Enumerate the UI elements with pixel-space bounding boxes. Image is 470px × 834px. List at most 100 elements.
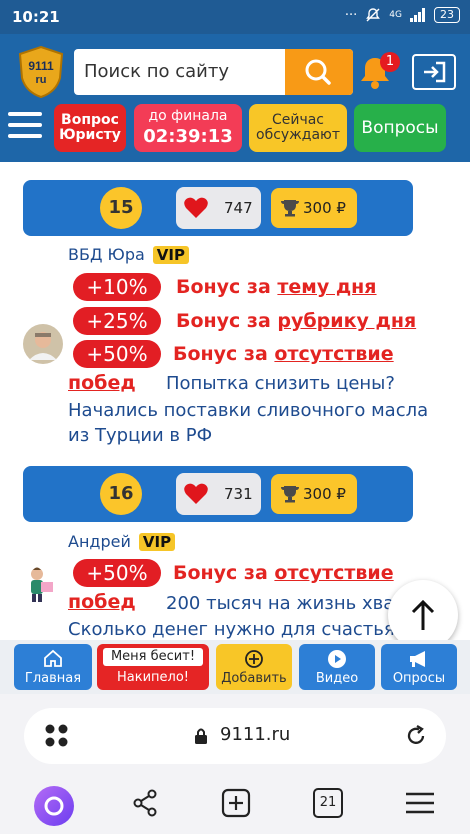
plus-circle-icon bbox=[245, 650, 263, 668]
like-count: 747 bbox=[224, 199, 253, 217]
post-title[interactable]: Сколько денег нужно для счастья bbox=[68, 617, 395, 640]
bonus-link-cont[interactable]: побед bbox=[68, 372, 136, 394]
bonus-link[interactable]: отсутствие bbox=[274, 343, 393, 365]
nav-annoyed-tag: Меня бесит! bbox=[103, 648, 203, 666]
author-avatar[interactable] bbox=[23, 324, 63, 364]
search-button[interactable] bbox=[285, 49, 353, 95]
signal-icon bbox=[410, 8, 425, 22]
rank-badge: 15 bbox=[100, 187, 142, 229]
like-button[interactable]: 747 bbox=[176, 187, 261, 229]
timer-button[interactable]: до финала 02:39:13 bbox=[134, 104, 242, 152]
discussing-label: Сейчас обсуждают bbox=[256, 111, 340, 143]
post-author[interactable]: Андрей VIP bbox=[68, 532, 176, 551]
heart-icon bbox=[184, 483, 208, 504]
network-label: 4G bbox=[389, 10, 402, 20]
megaphone-icon bbox=[410, 651, 425, 667]
bonus-pct: +50% bbox=[73, 559, 161, 587]
svg-text:9111: 9111 bbox=[28, 59, 54, 73]
rank-badge: 16 bbox=[100, 473, 142, 515]
like-button[interactable]: 731 bbox=[176, 473, 261, 515]
nav-polls[interactable]: Опросы bbox=[381, 644, 457, 690]
menu-icon[interactable] bbox=[8, 112, 42, 142]
heart-icon bbox=[184, 197, 208, 218]
search-bar[interactable]: Поиск по сайту bbox=[74, 49, 353, 95]
apps-icon[interactable] bbox=[44, 723, 70, 749]
bonus-pct: +10% bbox=[73, 273, 161, 301]
nav-home[interactable]: Главная bbox=[14, 644, 92, 690]
svg-text:ru: ru bbox=[36, 74, 47, 86]
questions-button[interactable]: Вопросы bbox=[354, 104, 446, 152]
timer-value: 02:39:13 bbox=[143, 125, 233, 147]
author-name[interactable]: Андрей bbox=[68, 532, 131, 551]
mute-icon bbox=[366, 8, 381, 22]
browser-toolbar: 21 bbox=[0, 774, 470, 834]
like-count: 731 bbox=[224, 485, 253, 503]
notifications-button[interactable]: 1 bbox=[358, 52, 400, 92]
bonus-link[interactable]: отсутствие bbox=[274, 562, 393, 584]
prize-amount: 300 ₽ bbox=[303, 485, 346, 503]
post-stats-bar: 15 747 300 ₽ bbox=[23, 180, 413, 236]
scroll-top-button[interactable] bbox=[388, 580, 458, 640]
author-name[interactable]: ВБД Юра bbox=[68, 245, 145, 264]
notification-badge: 1 bbox=[380, 52, 400, 72]
post-title-line[interactable]: Сколько денег нужно для счастья bbox=[68, 617, 395, 640]
feed: 15 747 300 ₽ ВБД Юра VIP +10% Бонус за те… bbox=[0, 162, 470, 640]
reload-icon[interactable] bbox=[404, 724, 428, 748]
url-text: 9111.ru bbox=[220, 724, 291, 745]
bonus-pct: +25% bbox=[73, 307, 161, 335]
trophy-icon bbox=[281, 200, 299, 217]
share-icon[interactable] bbox=[130, 788, 160, 818]
bonus-link-cont[interactable]: побед bbox=[68, 591, 136, 613]
bonus-pct: +50% bbox=[73, 340, 161, 368]
status-bar: 10:21 ··· 4G 23 bbox=[0, 0, 470, 34]
tabs-button[interactable]: 21 bbox=[313, 788, 343, 818]
arrow-up-icon bbox=[411, 599, 435, 630]
nav-video[interactable]: Видео bbox=[299, 644, 375, 690]
post-teaser[interactable]: Попытка снизить цены? bbox=[166, 373, 395, 394]
bonus-text: Бонус за отсутствие bbox=[173, 343, 394, 365]
timer-label: до финала bbox=[148, 108, 228, 125]
play-icon bbox=[328, 650, 346, 668]
ask-lawyer-label: Вопрос Юристу bbox=[59, 111, 121, 143]
bonus-text: Бонус за рубрику дня bbox=[176, 310, 417, 332]
ask-lawyer-button[interactable]: Вопрос Юристу bbox=[54, 104, 126, 152]
new-tab-icon[interactable] bbox=[221, 788, 251, 818]
nav-annoyed[interactable]: Меня бесит! Накипело! bbox=[97, 644, 209, 690]
vip-badge: VIP bbox=[138, 533, 176, 551]
site-bottom-nav: Главная Меня бесит! Накипело! Добавить В… bbox=[0, 640, 470, 694]
status-icons: ··· 4G 23 bbox=[345, 7, 460, 23]
prize-badge: 300 ₽ bbox=[271, 188, 357, 228]
post-title[interactable]: Начались поставки сливочного масла из Ту… bbox=[68, 398, 428, 448]
search-input[interactable]: Поиск по сайту bbox=[84, 61, 229, 82]
bonus-link[interactable]: рубрику дня bbox=[277, 310, 416, 332]
post-teaser[interactable]: 200 тысяч на жизнь хва bbox=[166, 593, 394, 614]
nav-home-label: Главная bbox=[24, 671, 82, 686]
trophy-icon bbox=[281, 486, 299, 503]
battery-indicator: 23 bbox=[434, 7, 460, 23]
questions-label: Вопросы bbox=[361, 117, 439, 138]
site-header: 9111 ru Поиск по сайту 1 Вопрос Юристу д… bbox=[0, 34, 470, 162]
home-icon bbox=[44, 649, 62, 667]
site-logo[interactable]: 9111 ru bbox=[18, 45, 64, 99]
discussing-button[interactable]: Сейчас обсуждают bbox=[249, 104, 347, 152]
address-field[interactable]: 9111.ru bbox=[24, 708, 446, 764]
login-button[interactable] bbox=[412, 54, 456, 90]
tabs-count: 21 bbox=[319, 795, 337, 810]
post-title-line[interactable]: Начались поставки сливочного масла bbox=[68, 398, 428, 423]
nav-annoyed-label: Накипело! bbox=[116, 670, 189, 685]
menu-icon[interactable] bbox=[404, 788, 436, 818]
dots-icon: ··· bbox=[344, 7, 358, 23]
nav-add-label: Добавить bbox=[221, 671, 287, 686]
prize-amount: 300 ₽ bbox=[303, 199, 346, 217]
author-avatar[interactable] bbox=[23, 564, 63, 604]
vip-badge: VIP bbox=[152, 246, 189, 264]
post-stats-bar: 16 731 300 ₽ bbox=[23, 466, 413, 522]
post-author[interactable]: ВБД Юра VIP bbox=[68, 245, 189, 264]
search-icon bbox=[305, 59, 331, 85]
lock-icon bbox=[195, 728, 207, 744]
status-time: 10:21 bbox=[12, 8, 60, 26]
post-title-line[interactable]: из Турции в РФ bbox=[68, 423, 428, 448]
bonus-link[interactable]: тему дня bbox=[277, 276, 376, 298]
alice-icon[interactable] bbox=[34, 786, 74, 826]
nav-add[interactable]: Добавить bbox=[216, 644, 292, 690]
